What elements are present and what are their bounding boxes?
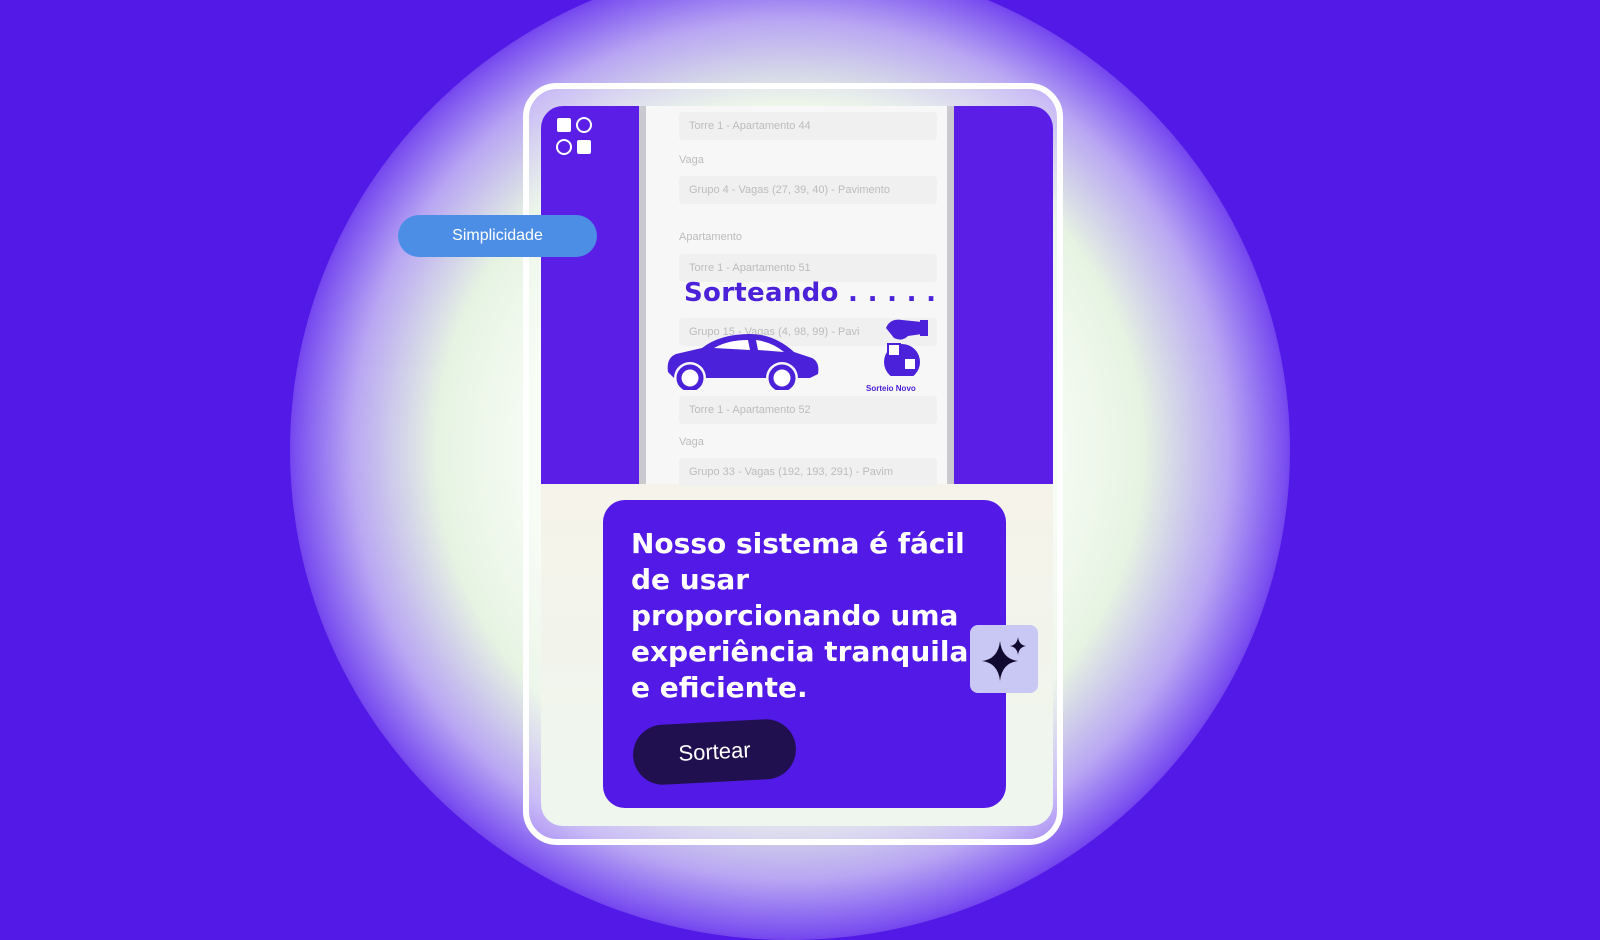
- raffle-hand-icon: [884, 319, 928, 376]
- car-icon: [667, 334, 819, 390]
- form-field: Torre 1 - Apartamento 52: [679, 396, 937, 424]
- grid-logo-icon: [556, 117, 592, 155]
- sortear-button[interactable]: Sortear: [631, 717, 798, 787]
- phone-screen: Torre 1 - Apartamento 44 Vaga Grupo 4 - …: [639, 106, 954, 486]
- card-headline: Nosso sistema é fácil de usar proporcion…: [631, 527, 969, 704]
- drawing-status-title: Sorteando . . . . .: [684, 278, 937, 308]
- form-label: Apartamento: [679, 231, 742, 243]
- raffle-form: Torre 1 - Apartamento 44 Vaga Grupo 4 - …: [646, 106, 947, 486]
- form-field: Grupo 33 - Vagas (192, 193, 291) - Pavim: [679, 458, 937, 486]
- form-label: Vaga: [679, 436, 704, 448]
- simplicity-badge: Simplicidade: [398, 215, 597, 257]
- app-video: Torre 1 - Apartamento 44 Vaga Grupo 4 - …: [541, 106, 1053, 486]
- feature-card: Nosso sistema é fácil de usar proporcion…: [603, 500, 1006, 808]
- sparkle-icon: [970, 625, 1038, 693]
- form-field: Grupo 4 - Vagas (27, 39, 40) - Pavimento: [679, 176, 937, 204]
- form-label: Vaga: [679, 154, 704, 166]
- form-field: Torre 1 - Apartamento 44: [679, 112, 937, 140]
- raffle-logo-caption: Sorteio Novo: [866, 384, 916, 393]
